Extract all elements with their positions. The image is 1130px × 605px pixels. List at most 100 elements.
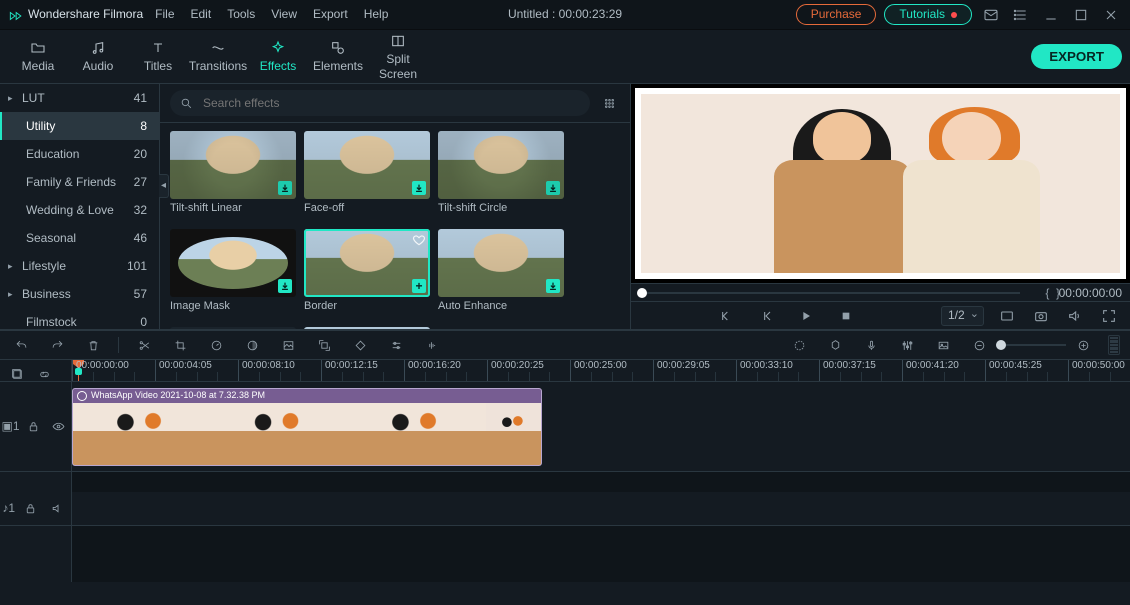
mixer-icon[interactable] [896,334,918,356]
download-icon[interactable] [278,181,292,195]
tab-transitions[interactable]: Transitions [188,35,248,78]
sidebar-item-utility[interactable]: Utility8 [0,112,159,140]
delete-icon[interactable] [82,334,104,356]
mail-icon[interactable] [980,4,1002,26]
tab-media[interactable]: Media [8,35,68,78]
download-icon[interactable] [412,181,426,195]
scrub-handle-icon[interactable] [637,288,647,298]
effect-card[interactable]: +Border [304,229,430,321]
effect-thumbnail[interactable] [170,229,296,297]
track-manager-icon[interactable] [6,363,28,382]
zoom-out-icon[interactable] [968,334,990,356]
effect-card[interactable] [304,327,430,329]
speed-icon[interactable] [205,334,227,356]
thumbnail-icon[interactable] [932,334,954,356]
search-input[interactable] [170,90,590,116]
sidebar-item-filmstock[interactable]: Filmstock0 [0,308,159,329]
search-field[interactable] [201,95,580,112]
sidebar-item-family-friends[interactable]: Family & Friends27 [0,168,159,196]
tab-audio[interactable]: Audio [68,35,128,78]
download-icon[interactable] [546,279,560,293]
menu-help[interactable]: Help [364,7,389,22]
crop-icon[interactable] [169,334,191,356]
zoom-in-icon[interactable] [1072,334,1094,356]
effect-thumbnail[interactable] [304,327,430,329]
preview-quality-icon[interactable] [996,305,1018,327]
redo-icon[interactable] [46,334,68,356]
sidebar-item-business[interactable]: ▸Business57 [0,280,159,308]
effect-card[interactable]: Auto Enhance [438,229,564,321]
menu-tools[interactable]: Tools [227,7,255,22]
color-icon[interactable] [241,334,263,356]
lock-icon[interactable] [23,416,45,438]
purchase-button[interactable]: Purchase [796,4,877,25]
audio-track[interactable] [72,492,1130,526]
marker-icon[interactable] [824,334,846,356]
preview-scrub[interactable]: { } 00:00:00:00 [631,283,1130,301]
lock-icon[interactable] [20,498,42,520]
window-maximize-icon[interactable] [1070,4,1092,26]
sidebar-item-wedding-love[interactable]: Wedding & Love32 [0,196,159,224]
timeline-toolbar [0,330,1130,360]
step-back-button[interactable] [755,305,777,327]
tab-elements[interactable]: Elements [308,35,368,78]
green-screen-icon[interactable] [277,334,299,356]
tutorials-button[interactable]: Tutorials [884,4,972,25]
effect-thumbnail[interactable] [438,131,564,199]
preview-zoom-select[interactable]: 1/2 [941,306,984,326]
split-icon[interactable] [133,334,155,356]
link-icon[interactable] [33,363,55,382]
menu-edit[interactable]: Edit [191,7,212,22]
timeline-zoom-slider[interactable] [968,334,1094,356]
sidebar-item-seasonal[interactable]: Seasonal46 [0,224,159,252]
mute-icon[interactable] [47,498,69,520]
prev-frame-button[interactable] [715,305,737,327]
stop-button[interactable] [835,305,857,327]
volume-icon[interactable] [1064,305,1086,327]
tab-splitscreen[interactable]: Split Screen [368,28,428,86]
tab-effects[interactable]: Effects [248,35,308,78]
add-icon[interactable]: + [412,279,426,293]
render-icon[interactable] [788,334,810,356]
effect-thumbnail[interactable] [304,131,430,199]
keyframe-icon[interactable] [349,334,371,356]
favorite-icon[interactable] [412,233,426,247]
sidebar-item-lifestyle[interactable]: ▸Lifestyle101 [0,252,159,280]
tasks-icon[interactable] [1010,4,1032,26]
motion-tracking-icon[interactable] [313,334,335,356]
menu-export[interactable]: Export [313,7,348,22]
effect-card[interactable]: Tilt-shift Linear [170,131,296,223]
effect-thumbnail[interactable] [438,229,564,297]
effect-card[interactable]: Image Mask [170,229,296,321]
effect-card[interactable] [170,327,296,329]
effect-thumbnail[interactable]: + [304,229,430,297]
video-clip[interactable]: WhatsApp Video 2021-10-08 at 7.32.38 PM [72,388,542,466]
fullscreen-icon[interactable] [1098,305,1120,327]
effect-card[interactable]: Tilt-shift Circle [438,131,564,223]
sidebar-collapse-icon[interactable]: ◂ [159,174,169,198]
sidebar-item-lut[interactable]: ▸LUT41 [0,84,159,112]
menu-view[interactable]: View [271,7,297,22]
window-close-icon[interactable] [1100,4,1122,26]
effect-card[interactable]: Face-off [304,131,430,223]
grid-view-icon[interactable] [598,92,620,114]
undo-icon[interactable] [10,334,32,356]
download-icon[interactable] [546,181,560,195]
menu-file[interactable]: File [155,7,174,22]
adjust-icon[interactable] [385,334,407,356]
export-button[interactable]: EXPORT [1031,44,1122,69]
snapshot-icon[interactable] [1030,305,1052,327]
effect-thumbnail[interactable] [170,131,296,199]
sidebar-item-education[interactable]: Education20 [0,140,159,168]
eye-icon[interactable] [47,416,69,438]
audio-wave-icon[interactable] [421,334,443,356]
effect-thumbnail[interactable] [170,327,296,329]
video-track[interactable]: WhatsApp Video 2021-10-08 at 7.32.38 PM [72,382,1130,472]
window-minimize-icon[interactable] [1040,4,1062,26]
voiceover-icon[interactable] [860,334,882,356]
ruler-tick-minor [591,372,592,381]
tab-titles[interactable]: Titles [128,35,188,78]
play-button[interactable] [795,305,817,327]
timeline-ruler[interactable]: 00:00:00:0000:00:04:0500:00:08:1000:00:1… [0,360,1130,382]
download-icon[interactable] [278,279,292,293]
